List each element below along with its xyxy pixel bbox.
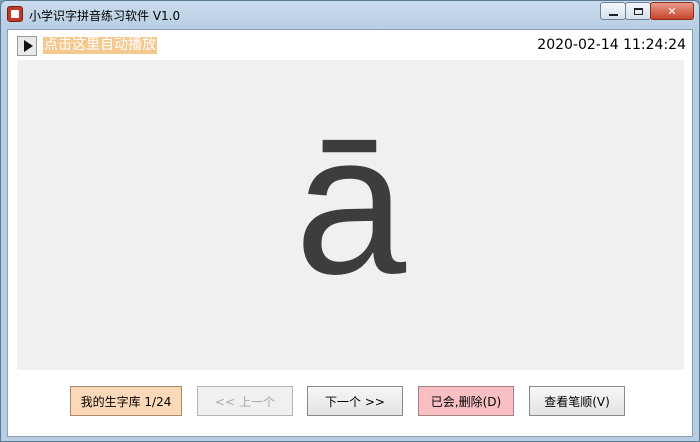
current-datetime: 2020-02-14 11:24:24 <box>537 37 686 53</box>
previous-button[interactable]: << 上一个 <box>197 386 293 416</box>
pinyin-display: ā <box>17 60 684 370</box>
next-button[interactable]: 下一个 >> <box>307 386 403 416</box>
client-area: 点击这里自动播放 2020-02-14 11:24:24 ā 我的生字库 1/2… <box>7 29 693 437</box>
app-window: 小学识字拼音练习软件 V1.0 ✕ 点击这里自动播放 2020-02-14 11… <box>0 0 700 442</box>
close-icon: ✕ <box>667 4 677 18</box>
app-icon <box>7 6 23 22</box>
minimize-button[interactable] <box>600 2 626 20</box>
word-bank-button[interactable]: 我的生字库 1/24 <box>70 386 182 416</box>
autoplay-link[interactable]: 点击这里自动播放 <box>43 37 157 54</box>
title-bar[interactable]: 小学识字拼音练习软件 V1.0 ✕ <box>1 1 699 29</box>
play-button[interactable] <box>17 36 37 56</box>
minimize-icon <box>608 13 618 16</box>
close-button[interactable]: ✕ <box>650 2 694 20</box>
window-title: 小学识字拼音练习软件 V1.0 <box>29 9 181 23</box>
maximize-button[interactable] <box>625 2 651 20</box>
maximize-icon <box>633 7 643 15</box>
learned-delete-button[interactable]: 已会,删除(D) <box>418 386 514 416</box>
pinyin-character: ā <box>294 93 407 316</box>
stroke-order-button[interactable]: 查看笔顺(V) <box>529 386 625 416</box>
play-icon <box>23 40 33 52</box>
